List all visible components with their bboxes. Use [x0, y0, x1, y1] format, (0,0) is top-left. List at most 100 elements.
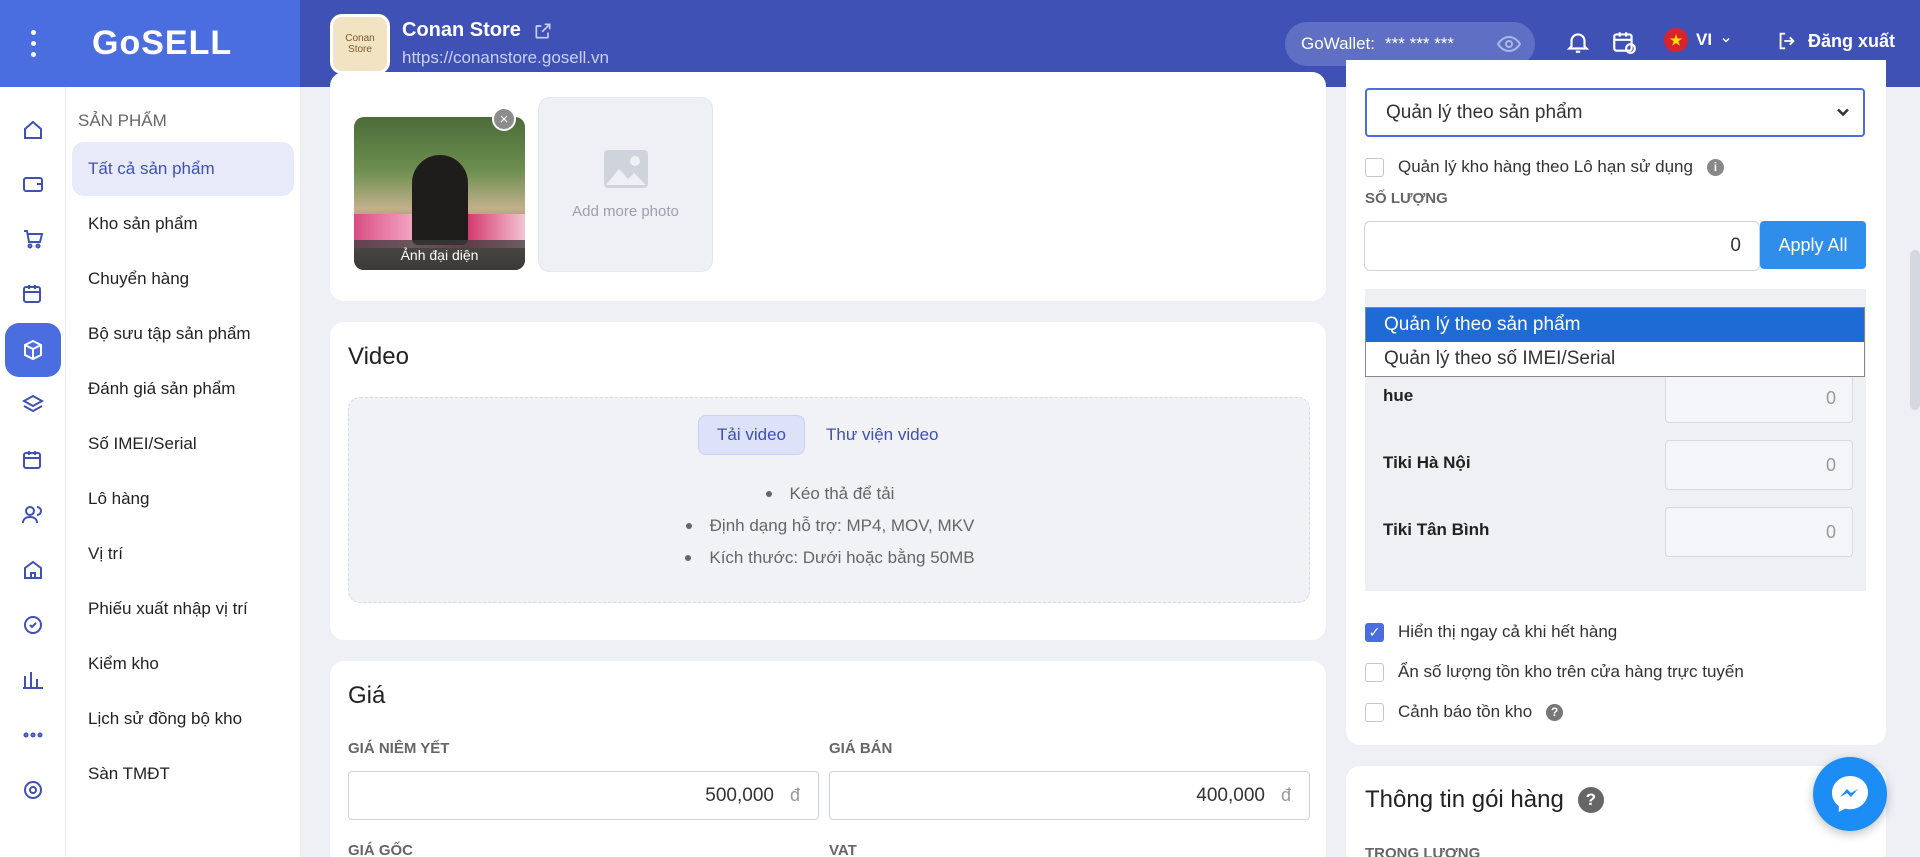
remove-photo-button[interactable]: ×: [492, 107, 516, 131]
image-placeholder-icon: [603, 150, 648, 188]
chart-icon[interactable]: [5, 653, 61, 707]
box-icon[interactable]: [5, 323, 61, 377]
sidebar-item-imei[interactable]: Số IMEI/Serial: [72, 417, 294, 471]
store-icon[interactable]: [5, 543, 61, 597]
calendar-check-icon[interactable]: [5, 267, 61, 321]
inventory-mode-select[interactable]: Quản lý theo sản phẩm: [1365, 88, 1865, 137]
wallet-icon[interactable]: [5, 157, 61, 211]
logout-button[interactable]: Đăng xuất: [1776, 30, 1895, 52]
product-photo[interactable]: Ảnh đại diện: [354, 117, 525, 270]
brand-area: GoSELL: [0, 0, 300, 87]
chevron-down-icon: [1722, 37, 1730, 43]
chevron-down-icon: [1837, 108, 1849, 117]
home-icon[interactable]: [5, 103, 61, 157]
help-icon[interactable]: ?: [1577, 787, 1604, 813]
logout-label: Đăng xuất: [1808, 30, 1896, 51]
sidebar-item-all-products[interactable]: Tất cả sản phẩm: [72, 142, 294, 196]
sidebar-item-inventory[interactable]: Kho sản phẩm: [72, 197, 294, 251]
sale-price-label: GIÁ BÁN: [829, 740, 893, 757]
sidebar-item-locations[interactable]: Vị trí: [72, 527, 294, 581]
more-icon[interactable]: [5, 708, 61, 762]
sidebar-item-stocktake[interactable]: Kiểm kho: [72, 637, 294, 691]
branch-name: Tiki Hà Nội: [1383, 453, 1471, 472]
menu-dots-icon[interactable]: [0, 30, 66, 57]
video-hints: Kéo thả để tải Định dạng hỗ trợ: MP4, MO…: [349, 478, 1311, 574]
currency-symbol: đ: [1280, 785, 1291, 805]
layers-icon[interactable]: [5, 378, 61, 432]
settings-badge-icon[interactable]: [5, 598, 61, 652]
sidebar-item-marketplace[interactable]: Sàn TMĐT: [72, 747, 294, 801]
video-title: Video: [348, 343, 409, 370]
dropdown-option[interactable]: Quản lý theo sản phẩm: [1366, 308, 1864, 342]
apply-all-button[interactable]: Apply All: [1760, 221, 1866, 269]
sidebar-item-lots[interactable]: Lô hàng: [72, 472, 294, 526]
vietnam-flag-icon: ★: [1664, 28, 1688, 52]
gear-icon[interactable]: [5, 763, 61, 817]
sale-price-value: 400,000: [1196, 784, 1265, 806]
sidebar-item-reviews[interactable]: Đánh giá sản phẩm: [72, 362, 294, 416]
list-price-value: 500,000: [705, 784, 774, 806]
list-price-label: GIÁ NIÊM YẾT: [348, 740, 450, 757]
store-url[interactable]: https://conanstore.gosell.vn: [402, 48, 609, 68]
sidebar-item-collections[interactable]: Bộ sưu tập sản phẩm: [72, 307, 294, 361]
stock-alert-checkbox[interactable]: [1365, 702, 1384, 722]
language-switcher[interactable]: ★ VI: [1664, 28, 1732, 52]
photo-caption: Ảnh đại diện: [354, 240, 525, 270]
sale-price-input[interactable]: 400,000 đ: [829, 771, 1310, 820]
package-title-row: Thông tin gói hàng ?: [1365, 786, 1604, 814]
video-upload-area[interactable]: Tải video Thư viện video Kéo thả để tải …: [348, 397, 1310, 603]
currency-symbol: đ: [789, 785, 800, 805]
external-link-icon[interactable]: [533, 21, 553, 41]
price-card: [330, 661, 1326, 857]
help-icon[interactable]: ?: [1546, 703, 1564, 721]
tab-video-library[interactable]: Thư viện video: [808, 415, 957, 455]
price-title: Giá: [348, 682, 386, 709]
sidebar: SẢN PHẨM Tất cả sản phẩm Kho sản phẩm Ch…: [66, 87, 300, 857]
branch-qty-input[interactable]: 0: [1665, 440, 1853, 490]
add-photo-label: Add more photo: [572, 203, 679, 220]
list-price-input[interactable]: 500,000 đ: [348, 771, 819, 820]
show-out-of-stock-checkbox[interactable]: ✓: [1365, 622, 1384, 642]
cart-icon[interactable]: [5, 212, 61, 266]
calendar-edit-icon[interactable]: [5, 433, 61, 487]
cost-price-label: GIÁ GỐC: [348, 842, 414, 857]
logout-icon: [1779, 32, 1795, 50]
tab-upload-video[interactable]: Tải video: [698, 415, 805, 455]
quantity-value: 0: [1730, 235, 1741, 256]
quantity-label: SỐ LƯỢNG: [1365, 190, 1448, 207]
option-label: Ẩn số lượng tồn kho trên cửa hàng trực t…: [1398, 662, 1744, 681]
weight-label: TRỌNG LƯỢNG: [1365, 845, 1481, 857]
quantity-input[interactable]: 0: [1364, 221, 1760, 271]
branch-qty-input[interactable]: 0: [1665, 373, 1853, 423]
messenger-button[interactable]: [1813, 757, 1887, 831]
add-photo-button[interactable]: Add more photo: [538, 97, 713, 272]
page-scrollbar[interactable]: [1910, 250, 1920, 410]
hide-stock-row: Ẩn số lượng tồn kho trên cửa hàng trực t…: [1365, 662, 1744, 682]
lot-management-checkbox[interactable]: [1365, 157, 1384, 177]
branch-qty-input[interactable]: 0: [1665, 507, 1853, 557]
users-icon[interactable]: [5, 488, 61, 542]
info-icon[interactable]: i: [1706, 158, 1724, 176]
wallet-label: GoWallet:: [1301, 34, 1376, 53]
language-code: VI: [1696, 30, 1713, 49]
hide-stock-checkbox[interactable]: [1365, 662, 1384, 682]
photo-person: [412, 155, 468, 245]
bell-icon[interactable]: [1565, 29, 1591, 55]
eye-icon[interactable]: [1497, 32, 1521, 56]
lot-management-row: Quản lý kho hàng theo Lô hạn sử dụng i: [1365, 157, 1724, 177]
video-hint: Kéo thả để tải: [349, 478, 1311, 510]
gosell-logo[interactable]: GoSELL: [92, 24, 232, 63]
wallet-value: *** *** ***: [1385, 34, 1455, 53]
show-out-of-stock-row: ✓ Hiển thị ngay cả khi hết hàng: [1365, 622, 1617, 642]
sidebar-item-location-slips[interactable]: Phiếu xuất nhập vị trí: [72, 582, 294, 636]
calendar-icon[interactable]: [1611, 29, 1637, 55]
inventory-mode-dropdown: Quản lý theo sản phẩm Quản lý theo số IM…: [1365, 307, 1865, 377]
branch-name: Tiki Tân Bình: [1383, 520, 1490, 539]
sidebar-item-sync-history[interactable]: Lịch sử đồng bộ kho: [72, 692, 294, 746]
option-label: Hiển thị ngay cả khi hết hàng: [1398, 622, 1618, 641]
dropdown-option[interactable]: Quản lý theo số IMEI/Serial: [1366, 342, 1864, 376]
store-info: Conan Store Conan Store https://conansto…: [330, 13, 609, 74]
video-hint: Kích thước: Dưới hoặc bằng 50MB: [349, 542, 1311, 574]
sidebar-item-transfer[interactable]: Chuyển hàng: [72, 252, 294, 306]
vat-label: VAT: [829, 842, 857, 857]
